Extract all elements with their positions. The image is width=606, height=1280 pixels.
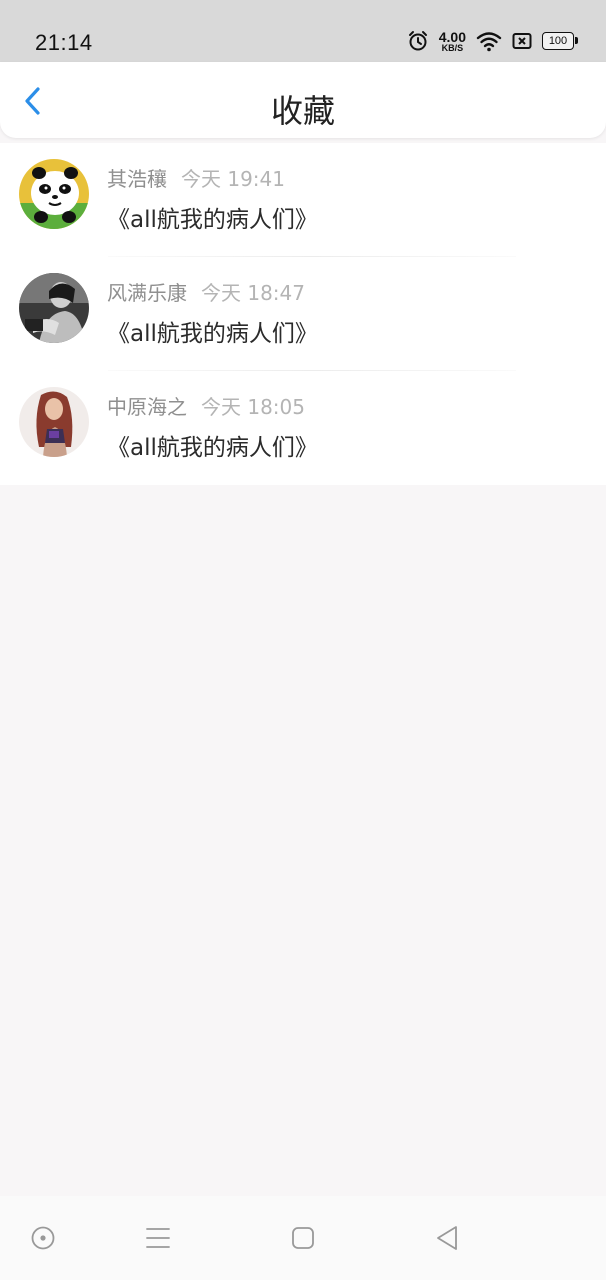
- item-meta: 其浩穰 今天 19:41: [107, 163, 285, 192]
- close-box-icon: [512, 32, 532, 50]
- back-nav-button[interactable]: [432, 1223, 462, 1253]
- status-bar: 21:14 4.00 KB/S 100: [0, 0, 606, 62]
- page-title: 收藏: [270, 92, 335, 130]
- item-meta: 中原海之 今天 18:05: [107, 391, 305, 420]
- author-name[interactable]: 其浩穰: [107, 167, 167, 191]
- author-name[interactable]: 风满乐康: [107, 281, 187, 305]
- back-triangle-icon: [437, 1226, 457, 1250]
- list-item[interactable]: 中原海之 今天 18:05 《all航我的病人们》: [0, 371, 606, 485]
- system-nav-bar: [0, 1196, 606, 1280]
- recents-button[interactable]: [288, 1223, 318, 1253]
- status-icons: 4.00 KB/S 100: [407, 28, 578, 54]
- menu-icon: [146, 1228, 170, 1248]
- item-title[interactable]: 《all航我的病人们》: [107, 200, 318, 234]
- square-icon: [292, 1227, 314, 1249]
- status-time: 21:14: [35, 30, 93, 55]
- item-time: 今天 18:05: [201, 395, 305, 419]
- battery-icon: 100: [542, 32, 578, 50]
- item-time: 今天 19:41: [181, 167, 285, 191]
- favorites-list: 其浩穰 今天 19:41 《all航我的病人们》 风满乐康 今天 18:47 《al…: [0, 143, 606, 485]
- item-title[interactable]: 《all航我的病人们》: [107, 314, 318, 348]
- net-speed: 4.00 KB/S: [439, 30, 466, 53]
- battery-level: 100: [548, 35, 568, 47]
- list-item[interactable]: 风满乐康 今天 18:47 《all航我的病人们》: [0, 257, 606, 371]
- home-circle-button[interactable]: [28, 1223, 58, 1253]
- net-speed-value: 4.00: [438, 28, 466, 45]
- avatar[interactable]: [19, 387, 89, 457]
- alarm-icon: [407, 30, 429, 52]
- list-item[interactable]: 其浩穰 今天 19:41 《all航我的病人们》: [0, 143, 606, 257]
- item-time: 今天 18:47: [201, 281, 305, 305]
- menu-button[interactable]: [143, 1223, 173, 1253]
- net-speed-unit: KB/S: [441, 42, 464, 53]
- home-circle-icon: [31, 1226, 55, 1250]
- top-app-bar: 收藏: [0, 62, 606, 138]
- author-name[interactable]: 中原海之: [107, 395, 187, 419]
- wifi-icon: [476, 30, 502, 52]
- avatar[interactable]: [19, 159, 89, 229]
- item-title[interactable]: 《all航我的病人们》: [107, 428, 318, 462]
- item-meta: 风满乐康 今天 18:47: [107, 277, 305, 306]
- avatar[interactable]: [19, 273, 89, 343]
